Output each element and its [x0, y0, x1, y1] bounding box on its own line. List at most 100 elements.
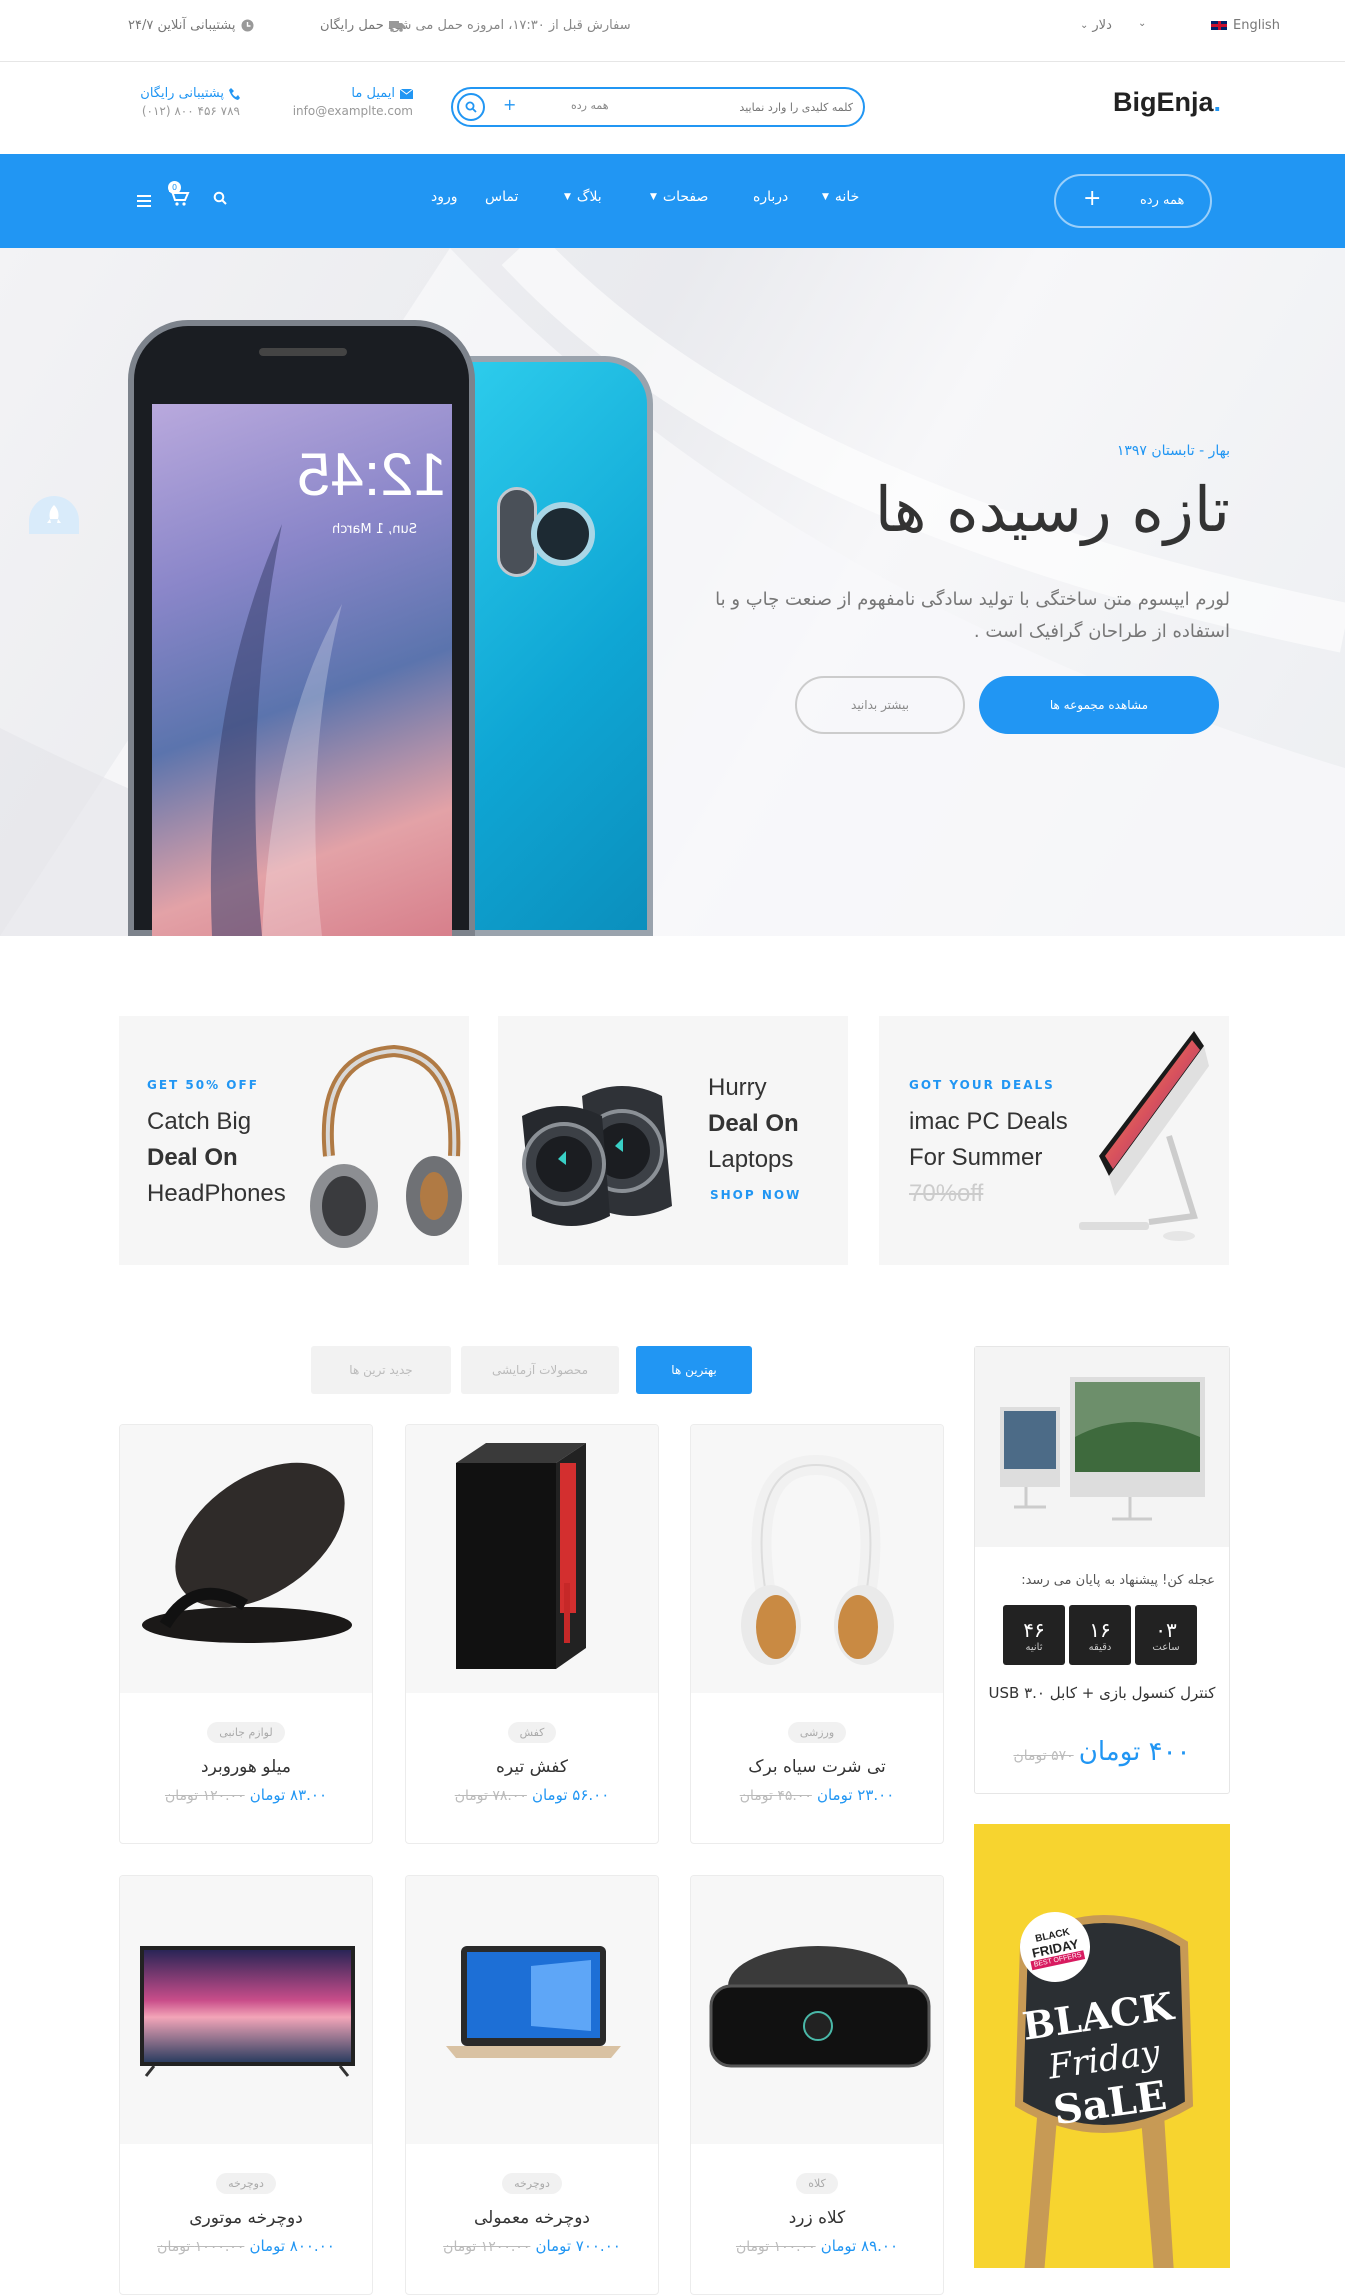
promo-laptops[interactable]: Hurry Deal On Laptops SHOP NOW [498, 1016, 848, 1265]
camera-lens [531, 502, 595, 566]
product-category-tag[interactable]: دوچرخه [216, 2173, 276, 2194]
top-bar: English ⌄ ⌄ دلار سفارش قبل از ۱۷:۳۰، امر… [0, 0, 1345, 62]
product-old-price: ۷۸.۰۰ تومان [454, 1788, 527, 1804]
product-category-tag[interactable]: کفش [507, 1722, 557, 1743]
product-name[interactable]: دوچرخه معمولی [406, 2208, 658, 2228]
product-price: ۸۳.۰۰ تومان [249, 1786, 328, 1804]
imac-pair-image [1000, 1377, 1205, 1521]
search-button[interactable] [457, 93, 485, 121]
product-name[interactable]: تی شرت سیاه برک [691, 1757, 943, 1777]
product-name[interactable]: کلاه زرد [691, 2208, 943, 2228]
imac-image [1079, 1031, 1209, 1241]
cart-count-badge: 0 [168, 181, 181, 194]
tab-test-products[interactable]: محصولات آزمایشی [461, 1346, 619, 1394]
black-friday-banner[interactable]: BLACK FRIDAY BEST OFFERS BLACK Friday Sa… [974, 1824, 1230, 2268]
product-category-tag[interactable]: ورزشی [787, 1722, 847, 1743]
headphones-image [741, 1454, 894, 1665]
product-category-tag[interactable]: لوازم جانبی [207, 1722, 285, 1743]
tab-newest[interactable]: جدید ترین ها [311, 1346, 451, 1394]
order-note: سفارش قبل از ۱۷:۳۰، امروزه حمل می شود [388, 18, 631, 33]
countdown-hours: ۰۳ ساعت [1135, 1605, 1197, 1665]
deal-product-name[interactable]: کنترل کنسول بازی + کابل USB ۳.۰ [985, 1681, 1219, 1705]
deal-image [975, 1347, 1229, 1547]
product-price: ۸۰۰.۰۰ تومان [249, 2237, 335, 2255]
all-categories-label: همه رده [1140, 193, 1185, 208]
product-card[interactable]: لوازم جانبی میلو هوروبرد ۸۳.۰۰ تومان ۱۲۰… [119, 1424, 373, 1844]
caret-down-icon: ▼ [650, 192, 657, 202]
product-image [691, 1425, 943, 1693]
hero-title: تازه رسیده ها [874, 473, 1230, 546]
phone-icon [229, 87, 240, 100]
hamburger-icon [137, 195, 151, 207]
product-category-tag[interactable]: دوچرخه [502, 2173, 562, 2194]
product-price: ۲۳.۰۰ تومان [816, 1786, 895, 1804]
hero-season: بهار - تابستان ۱۳۹۷ [1116, 443, 1230, 459]
nav-item-login[interactable]: ورود [431, 189, 458, 205]
promo-text: Catch Big Deal On HeadPhones [147, 1108, 286, 1207]
cart-button[interactable]: 0 [168, 181, 190, 211]
shop-now-link[interactable]: SHOP NOW [710, 1188, 801, 1202]
hero-banner: 12:45 Sun, 1 March بهار - تابستان ۱۳۹۷ ت… [0, 248, 1345, 936]
search-input[interactable] [653, 95, 853, 119]
search-bar: + همه رده [451, 87, 865, 127]
phone-speaker [259, 348, 347, 356]
deal-of-day[interactable]: عجله کن! پیشنهاد به پایان می رسد: ۰۳ ساعت… [974, 1346, 1230, 1794]
search-icon [465, 101, 477, 113]
promo-imac[interactable]: GOT YOUR DEALS imac PC Deals For Summer 70… [879, 1016, 1229, 1265]
product-old-price: ۱۰۰.۰۰ تومان [735, 2239, 816, 2255]
language-dropdown[interactable]: ⌄ [1138, 18, 1146, 29]
email-label: ایمیل ما [351, 86, 395, 101]
product-image [406, 1876, 658, 2144]
clock-icon [241, 19, 254, 32]
learn-more-button[interactable]: بیشتر بدانید [795, 676, 965, 734]
all-categories-button[interactable]: + همه رده [1054, 174, 1212, 228]
product-image [120, 1876, 372, 2144]
nav-item-blog[interactable]: ▼ بلاگ [564, 189, 602, 205]
product-category-tag[interactable]: کلاه [796, 2173, 838, 2194]
product-card[interactable]: کفش کفش تیره ۵۶.۰۰ تومان ۷۸.۰۰ تومان [405, 1424, 659, 1844]
online-support-label: ۲۴/۷ پشتیبانی آنلاین [128, 18, 236, 33]
site-header: BigEnja. + همه رده ایمیل ما info@examplt… [0, 62, 1345, 154]
product-image [406, 1425, 658, 1693]
product-name[interactable]: دوچرخه موتوری [120, 2208, 372, 2228]
main-nav: + همه رده ▼ خانه درباره ▼ صفحات ▼ بلاگ تماس… [0, 154, 1345, 248]
nav-item-pages[interactable]: ▼ صفحات [650, 189, 708, 205]
truck-icon [388, 20, 405, 32]
nav-item-home[interactable]: ▼ خانه [822, 189, 859, 205]
product-old-price: ۱۲۰۰.۰۰ تومان [443, 2239, 531, 2255]
logo[interactable]: BigEnja. [1113, 87, 1221, 118]
menu-button[interactable] [137, 192, 151, 211]
online-support: ۲۴/۷ پشتیبانی آنلاین [128, 18, 254, 33]
free-shipping-label: حمل رایگان [320, 18, 384, 33]
email-contact[interactable]: ایمیل ما info@examplte.com [278, 86, 413, 118]
phone-contact[interactable]: پشتیبانی رایگان (۰۱۲) ۸۰۰ ۴۵۶ ۷۸۹ [110, 86, 240, 118]
product-name[interactable]: میلو هوروبرد [120, 1757, 372, 1777]
promo-kicker: GOT YOUR DEALS [909, 1078, 1055, 1092]
promo-headphones[interactable]: GET 50% OFF Catch Big Deal On HeadPhones [119, 1016, 469, 1265]
view-collections-button[interactable]: مشاهده مجموعه ها [979, 676, 1219, 734]
pc-case-image [456, 1443, 586, 1669]
phone-front-image: 12:45 Sun, 1 March [128, 320, 475, 936]
tab-best[interactable]: بهترین ها [636, 1346, 752, 1394]
product-card[interactable]: دوچرخه دوچرخه موتوری ۸۰۰.۰۰ تومان ۱۰۰۰.۰… [119, 1875, 373, 2295]
currency-selector[interactable]: ⌄ دلار [1080, 18, 1112, 33]
nav-item-contact[interactable]: تماس [485, 189, 518, 205]
product-image [120, 1425, 372, 1693]
product-card[interactable]: دوچرخه دوچرخه معمولی ۷۰۰.۰۰ تومان ۱۲۰۰.۰… [405, 1875, 659, 2295]
category-plus-icon[interactable]: + [503, 95, 516, 114]
promo-kicker: GET 50% OFF [147, 1078, 259, 1092]
black-friday-text: BLACK Friday SaLE [1019, 1983, 1176, 2135]
tv-image [140, 1946, 355, 2077]
nav-item-about[interactable]: درباره [753, 189, 788, 205]
nav-search-button[interactable] [213, 190, 227, 209]
deal-price: ۴۰۰ تومان [1078, 1737, 1191, 1767]
product-old-price: ۱۰۰۰.۰۰ تومان [157, 2239, 245, 2255]
search-category[interactable]: همه رده [571, 99, 609, 112]
language-selector[interactable]: English [1210, 18, 1280, 33]
product-card[interactable]: کلاه کلاه زرد ۸۹.۰۰ تومان ۱۰۰.۰۰ تومان [690, 1875, 944, 2295]
free-shipping: حمل رایگان [320, 18, 405, 33]
product-name[interactable]: کفش تیره [406, 1757, 658, 1777]
product-image [691, 1876, 943, 2144]
uk-flag-icon [1210, 20, 1228, 31]
product-card[interactable]: ورزشی تی شرت سیاه برک ۲۳.۰۰ تومان ۴۵.۰۰ … [690, 1424, 944, 1844]
